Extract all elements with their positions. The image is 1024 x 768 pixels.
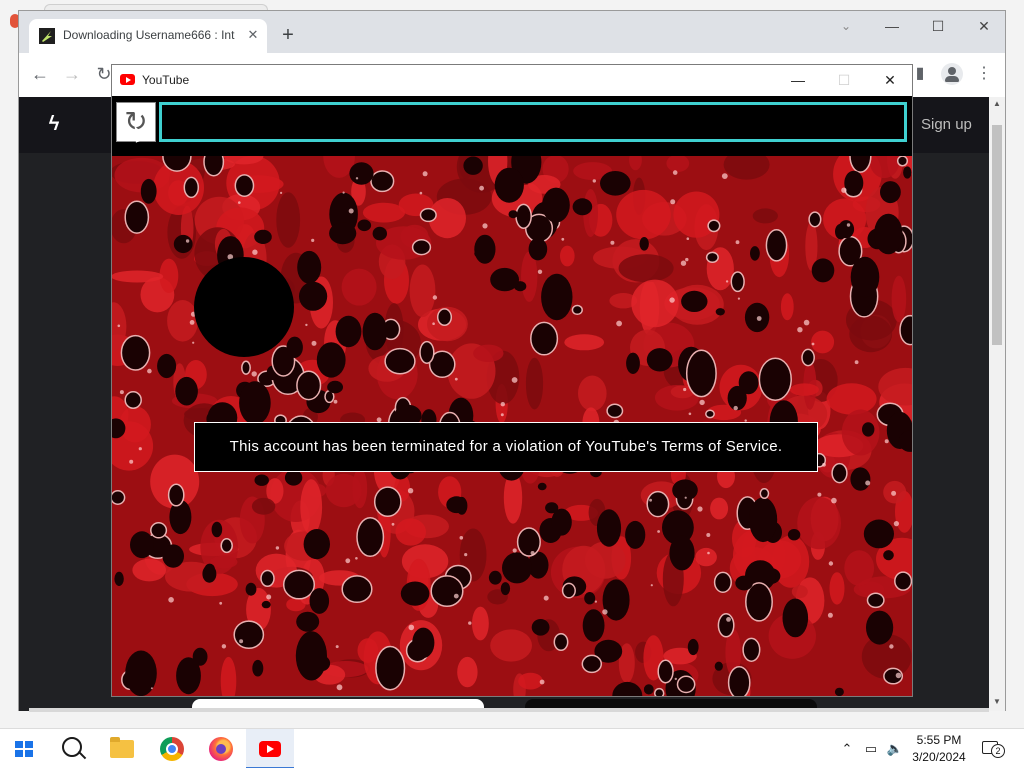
popup-minimize-button[interactable]: — <box>775 65 821 96</box>
popup-title: YouTube <box>142 73 190 87</box>
firefox-taskbar-button[interactable] <box>197 729 245 768</box>
folder-icon <box>110 737 134 758</box>
sign-up-link[interactable]: Sign up <box>921 116 972 133</box>
chrome-icon <box>160 737 184 761</box>
scroll-down-arrow-icon[interactable]: ▼ <box>989 695 1005 709</box>
browser-tab[interactable]: Downloading Username666 : Int ✕ <box>29 19 267 53</box>
system-clock[interactable]: 5:55 PM 3/20/2024 <box>906 732 972 766</box>
minimize-button[interactable]: — <box>869 11 915 41</box>
forward-arrow-icon[interactable]: → <box>61 63 83 85</box>
windows-taskbar: ⌃ ▭ 🔈 5:55 PM 3/20/2024 2 <box>0 728 1024 768</box>
plus-icon[interactable]: + <box>277 25 299 47</box>
search-button[interactable] <box>48 729 96 768</box>
red-texture-background: This account has been terminated for a v… <box>112 156 912 696</box>
volume-muted-icon[interactable]: 🔈 <box>886 739 904 759</box>
scroll-up-arrow-icon[interactable]: ▲ <box>989 97 1005 111</box>
horizontal-scrollbar[interactable] <box>29 708 989 712</box>
menu-kebab-icon[interactable]: ⋮ <box>973 63 995 85</box>
clock-date: 3/20/2024 <box>912 750 966 764</box>
lightning-logo-icon[interactable]: ϟ <box>43 113 65 135</box>
popup-maximize-button: ☐ <box>837 72 851 88</box>
chrome-taskbar-button[interactable] <box>148 729 196 768</box>
start-button[interactable] <box>0 729 48 768</box>
chevron-up-icon[interactable]: ⌃ <box>838 739 856 759</box>
windows-logo-icon <box>15 741 33 757</box>
popup-titlebar[interactable]: YouTube — ☐ ✕ <box>112 65 912 96</box>
notification-center-button[interactable]: 2 <box>980 739 1005 759</box>
youtube-logo-icon <box>120 74 135 85</box>
back-arrow-icon[interactable]: ← <box>29 63 51 85</box>
firefox-icon <box>209 737 233 761</box>
popup-close-button[interactable]: ✕ <box>867 65 913 96</box>
search-icon <box>62 737 82 757</box>
youtube-popup-window: YouTube — ☐ ✕ ↻ This account has been te… <box>111 64 913 697</box>
close-icon[interactable]: ✕ <box>245 27 261 43</box>
scroll-thumb[interactable] <box>992 125 1002 345</box>
vertical-scrollbar[interactable]: ▲ ▼ <box>989 97 1005 711</box>
termination-message: This account has been terminated for a v… <box>194 422 818 472</box>
tab-favicon-icon <box>39 28 55 44</box>
popup-address-bar[interactable] <box>159 102 907 142</box>
youtube-icon <box>259 741 281 757</box>
youtube-taskbar-button[interactable] <box>246 729 294 768</box>
popup-content: ↻ This account has been terminated for a… <box>112 96 912 696</box>
file-explorer-button[interactable] <box>98 729 146 768</box>
network-icon[interactable]: ▭ <box>862 739 880 759</box>
clock-time: 5:55 PM <box>916 733 962 747</box>
close-window-button[interactable]: ✕ <box>961 11 1007 41</box>
maximize-button[interactable]: ☐ <box>915 11 961 41</box>
avatar-circle <box>194 257 294 357</box>
notification-count: 2 <box>991 744 1005 758</box>
profile-avatar-icon[interactable] <box>941 63 963 85</box>
tab-title: Downloading Username666 : Int <box>63 28 235 42</box>
tab-strip: Downloading Username666 : Int ✕ + ⌄ — ☐ … <box>19 11 1005 53</box>
tab-search-chevron-icon[interactable]: ⌄ <box>837 19 855 37</box>
